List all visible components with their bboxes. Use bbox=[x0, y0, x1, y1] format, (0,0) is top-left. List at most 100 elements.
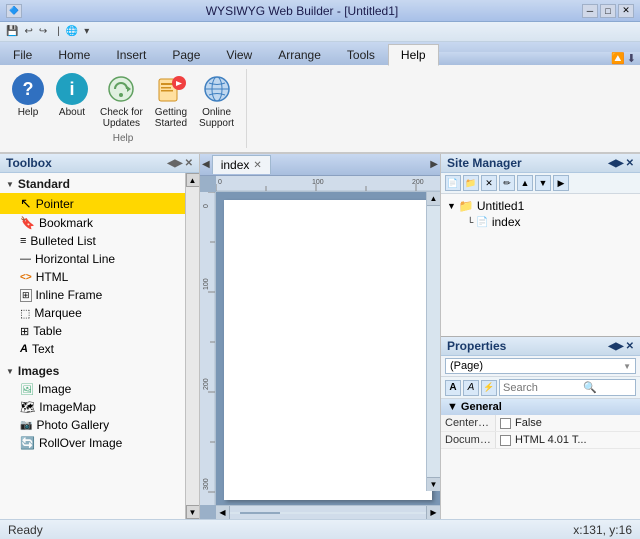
title-controls[interactable]: ─ □ ✕ bbox=[582, 4, 634, 18]
toolbox-item-html[interactable]: <> HTML bbox=[0, 268, 185, 286]
toolbox-item-text[interactable]: A Text bbox=[0, 340, 185, 358]
tab-file[interactable]: File bbox=[0, 44, 45, 65]
toolbox-item-imagemap[interactable]: 🗺 ImageMap bbox=[0, 398, 185, 416]
canvas-scrollbar-h[interactable]: ◀ ▶ bbox=[216, 505, 440, 519]
ribbon-tabs: File Home Insert Page View Arrange Tools… bbox=[0, 42, 640, 65]
site-manager-close-icon[interactable]: ✕ bbox=[626, 158, 634, 169]
canvas-scroll-h-left[interactable]: ◀ bbox=[216, 506, 230, 520]
toolbox-close-icon[interactable]: ✕ bbox=[185, 158, 193, 169]
toolbox-scroll-track[interactable] bbox=[186, 187, 199, 505]
canvas-nav-right[interactable]: ▶ bbox=[428, 159, 440, 170]
properties-dropdown-row: (Page) ▼ bbox=[441, 356, 640, 377]
quick-toolbar-arrow[interactable]: ▾ bbox=[82, 25, 91, 38]
site-manager-dock-icon[interactable]: ◀▶ bbox=[608, 158, 623, 169]
toolbox-item-table[interactable]: ⊞ Table bbox=[0, 322, 185, 340]
canvas-scroll-h-right[interactable]: ▶ bbox=[426, 506, 440, 520]
tree-item-root[interactable]: ▼ 📁 Untitled1 bbox=[445, 198, 636, 214]
props-section-general[interactable]: ▼ General bbox=[441, 399, 640, 415]
sm-up-icon[interactable]: ▲ bbox=[517, 175, 533, 191]
toolbox-item-bulleted-list[interactable]: ≡ Bulleted List bbox=[0, 232, 185, 250]
props-val-center[interactable]: False bbox=[496, 415, 640, 431]
toolbox-item-bookmark[interactable]: 🔖 Bookmark bbox=[0, 214, 185, 232]
sm-delete-icon[interactable]: ✕ bbox=[481, 175, 497, 191]
props-icon-1[interactable]: A bbox=[445, 380, 461, 396]
canvas-tab-index-label: index bbox=[221, 158, 250, 172]
undo-icon[interactable]: ↩ bbox=[22, 25, 34, 38]
tab-help[interactable]: Help bbox=[388, 44, 439, 66]
canvas-scroll-v-up[interactable]: ▲ bbox=[427, 192, 440, 206]
props-icon-2[interactable]: A bbox=[463, 380, 479, 396]
props-search-input[interactable] bbox=[503, 382, 583, 394]
close-button[interactable]: ✕ bbox=[618, 4, 634, 18]
properties-close-icon[interactable]: ✕ bbox=[626, 341, 634, 352]
toolbox-item-horizontal-line[interactable]: — Horizontal Line bbox=[0, 250, 185, 268]
help-button[interactable]: ? Help bbox=[8, 71, 48, 120]
toolbox-item-marquee[interactable]: ⬚ Marquee bbox=[0, 304, 185, 322]
imagemap-icon: 🗺 bbox=[20, 400, 35, 414]
text-icon: A bbox=[20, 343, 28, 355]
maximize-button[interactable]: □ bbox=[600, 4, 616, 18]
canvas-tab-close[interactable]: ✕ bbox=[253, 160, 261, 171]
sm-new-folder-icon[interactable]: 📁 bbox=[463, 175, 479, 191]
tab-tools[interactable]: Tools bbox=[334, 44, 388, 65]
toolbox-scroll-up[interactable]: ▲ bbox=[186, 173, 200, 187]
toolbox-item-image[interactable]: 🖼 Image bbox=[0, 380, 185, 398]
title-bar-icons[interactable]: 🔷 bbox=[6, 4, 22, 18]
properties-dock-icon[interactable]: ◀▶ bbox=[608, 341, 623, 352]
toolbox-item-photo-gallery[interactable]: 📷 Photo Gallery bbox=[0, 416, 185, 434]
canvas-scroll-h-thumb[interactable] bbox=[240, 512, 280, 514]
canvas-scroll-v-down[interactable]: ▼ bbox=[427, 477, 440, 491]
toolbox-category-standard[interactable]: ▼ Standard bbox=[0, 175, 185, 193]
tab-arrange[interactable]: Arrange bbox=[265, 44, 334, 65]
canvas-page[interactable]: ▲ ▼ bbox=[216, 192, 440, 505]
sm-rename-icon[interactable]: ✏ bbox=[499, 175, 515, 191]
tab-insert[interactable]: Insert bbox=[103, 44, 159, 65]
photo-gallery-icon: 📷 bbox=[20, 420, 32, 431]
props-search-icon[interactable]: 🔍 bbox=[583, 381, 597, 394]
canvas-scroll-h-track[interactable] bbox=[230, 512, 426, 514]
toolbox-scroll-down[interactable]: ▼ bbox=[186, 505, 200, 519]
ribbon-minimize-icon[interactable]: ⬇ bbox=[627, 52, 636, 65]
properties-dropdown[interactable]: (Page) ▼ bbox=[445, 358, 636, 374]
check-updates-button[interactable]: Check forUpdates bbox=[96, 71, 147, 131]
props-val-doctype[interactable]: HTML 4.01 T... bbox=[496, 432, 640, 448]
props-checkbox-doctype[interactable] bbox=[500, 435, 511, 446]
ribbon-content: ? Help i About bbox=[0, 65, 640, 152]
browser-icon[interactable]: 🌐 bbox=[64, 25, 80, 38]
online-support-button[interactable]: OnlineSupport bbox=[195, 71, 238, 131]
tab-page[interactable]: Page bbox=[159, 44, 213, 65]
minimize-button[interactable]: ─ bbox=[582, 4, 598, 18]
tab-view[interactable]: View bbox=[213, 44, 265, 65]
about-button-label: About bbox=[59, 107, 85, 118]
ribbon: File Home Insert Page View Arrange Tools… bbox=[0, 42, 640, 154]
tree-item-index[interactable]: └ 📄 index bbox=[445, 214, 636, 230]
toolbox-item-inline-frame[interactable]: ⊞ Inline Frame bbox=[0, 286, 185, 304]
sm-preview-icon[interactable]: ▶ bbox=[553, 175, 569, 191]
site-manager-header-icons[interactable]: ◀▶ ✕ bbox=[608, 158, 634, 169]
canvas-nav-left[interactable]: ◀ bbox=[200, 159, 212, 170]
sm-new-page-icon[interactable]: 📄 bbox=[445, 175, 461, 191]
toolbox-dock-icon[interactable]: ◀▶ bbox=[167, 158, 182, 169]
page-content bbox=[224, 200, 432, 500]
ribbon-help-icon[interactable]: 🔼 bbox=[611, 52, 625, 65]
toolbox-header-icons[interactable]: ◀▶ ✕ bbox=[167, 158, 193, 169]
tab-home[interactable]: Home bbox=[45, 44, 103, 65]
props-icon-3[interactable]: ⚡ bbox=[481, 380, 497, 396]
props-key-center: Center i... bbox=[441, 415, 496, 431]
menu-icon[interactable]: 🔷 bbox=[6, 4, 22, 18]
toolbox-scroll: ▼ Standard ↖ Pointer 🔖 Bookmark ≡ Bullet… bbox=[0, 173, 185, 519]
properties-header-icons[interactable]: ◀▶ ✕ bbox=[608, 341, 634, 352]
canvas-scroll-v-track[interactable] bbox=[427, 206, 440, 477]
canvas-tab-index[interactable]: index ✕ bbox=[212, 155, 271, 174]
getting-started-button[interactable]: GettingStarted bbox=[151, 71, 191, 131]
toolbox-item-rollover-image[interactable]: 🔄 RollOver Image bbox=[0, 434, 185, 452]
props-checkbox-center[interactable] bbox=[500, 418, 511, 429]
about-button[interactable]: i About bbox=[52, 71, 92, 120]
save-quick-icon[interactable]: 💾 bbox=[4, 25, 20, 38]
sm-down-icon[interactable]: ▼ bbox=[535, 175, 551, 191]
toolbox-item-pointer[interactable]: ↖ Pointer bbox=[0, 193, 185, 214]
canvas-scrollbar-v[interactable]: ▲ ▼ bbox=[426, 192, 440, 491]
toolbox-category-images[interactable]: ▼ Images bbox=[0, 362, 185, 380]
redo-icon[interactable]: ↪ bbox=[37, 25, 49, 38]
about-button-icon: i bbox=[56, 73, 88, 105]
